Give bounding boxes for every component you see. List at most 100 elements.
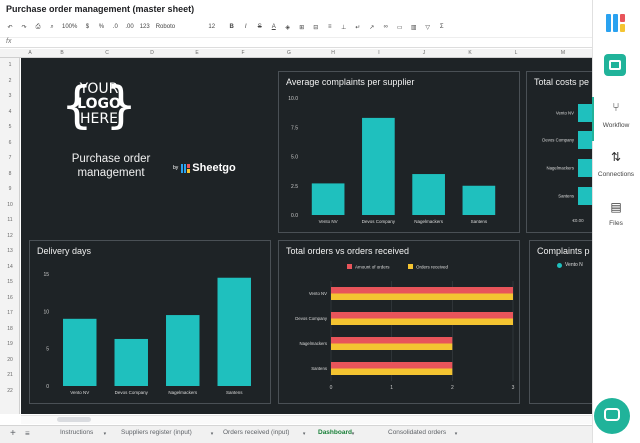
row-header[interactable]: 10 [0,202,20,208]
bar [311,183,345,215]
column-header[interactable]: E [195,50,198,56]
delivery-days-panel[interactable]: Delivery days 15 10 5 0 Vento NV Devos Compan… [29,240,271,404]
tab-menu-icon[interactable]: ▾ [352,431,355,437]
row-header[interactable]: 15 [0,279,20,285]
column-header[interactable]: F [241,50,244,56]
avg-complaints-panel[interactable]: Average complaints per supplier 10.0 7.5 5… [278,71,520,233]
addon-icon[interactable] [604,54,626,76]
tab-menu-icon[interactable]: ▾ [303,431,306,437]
row-header[interactable]: 8 [0,171,20,177]
column-header[interactable]: I [378,50,379,56]
chart-icon[interactable]: ▥ [410,24,418,31]
connections-icon[interactable]: ⇅ [592,150,640,164]
y-tick-label: 5.0 [291,155,298,161]
redo-icon[interactable]: ↷ [20,24,28,31]
row-header[interactable]: 22 [0,388,20,394]
increase-decimals-button[interactable]: .00 [125,24,133,30]
font-select[interactable]: Roboto [156,24,196,30]
total-costs-panel[interactable]: Total costs pe Vento NV Devos Company Nage… [526,71,592,233]
column-header[interactable]: A [28,50,31,56]
tab-menu-icon[interactable]: ▾ [211,431,214,437]
currency-button[interactable]: $ [83,24,91,30]
y-tick-label: 7.5 [291,125,298,131]
filter-icon[interactable]: ▽ [424,24,432,31]
sheetgo-app-icon[interactable] [604,12,626,34]
horizontal-scrollbar[interactable] [21,415,592,424]
add-sheet-icon[interactable]: + [10,428,16,439]
y-tick-label: 10 [43,309,49,315]
row-header[interactable]: 1 [0,62,20,68]
link-icon[interactable]: ∞ [382,24,390,30]
print-icon[interactable]: ⎙ [34,24,42,31]
logo-line-3: HERE [80,111,118,127]
row-header[interactable]: 11 [0,217,20,223]
valign-icon[interactable]: ⊥ [340,24,348,31]
column-header[interactable]: K [468,50,471,56]
column-header[interactable]: D [150,50,154,56]
row-header[interactable]: 14 [0,264,20,270]
column-header[interactable]: M [561,50,565,56]
zoom-select[interactable]: 100% [62,24,77,30]
functions-button[interactable]: Σ [438,24,446,30]
row-header[interactable]: 3 [0,93,20,99]
sidebar-item-connections[interactable]: Connections [592,171,640,178]
scrollbar-thumb[interactable] [57,417,91,422]
sheet-tab[interactable]: Orders received (input) [223,429,289,436]
column-header[interactable]: G [287,50,291,56]
strikethrough-button[interactable]: S [256,24,264,30]
align-icon[interactable]: ≡ [326,24,334,30]
row-header[interactable]: 16 [0,295,20,301]
sheet-tab[interactable]: Instructions [60,429,93,436]
fill-color-icon[interactable]: ◈ [284,24,292,31]
row-header[interactable]: 21 [0,372,20,378]
row-header[interactable]: 4 [0,109,20,115]
formula-bar[interactable] [0,37,592,48]
sheet-tab[interactable]: Dashboard [318,429,352,436]
rotate-icon[interactable]: ↗ [368,24,376,31]
workflow-icon[interactable]: ⑂ [592,100,640,114]
row-header[interactable]: 13 [0,248,20,254]
percent-button[interactable]: % [97,24,105,30]
decrease-decimals-button[interactable]: .0 [111,24,119,30]
column-header[interactable]: C [105,50,109,56]
row-header[interactable]: 18 [0,326,20,332]
text-color-button[interactable]: A [270,24,278,30]
row-header[interactable]: 5 [0,124,20,130]
complaints-panel[interactable]: Complaints p Vento N [529,240,592,404]
row-header[interactable]: 17 [0,310,20,316]
tab-menu-icon[interactable]: ▾ [104,431,107,437]
tab-menu-icon[interactable]: ▾ [455,431,458,437]
logo-line-1: YOUR [79,81,119,97]
row-header[interactable]: 9 [0,186,20,192]
paint-format-icon[interactable]: ⌕ [48,24,56,31]
sidebar-item-files[interactable]: Files [592,220,640,227]
document-title[interactable]: Purchase order management (master sheet) [6,4,194,14]
row-header[interactable]: 7 [0,155,20,161]
column-header[interactable]: H [331,50,335,56]
comment-icon[interactable]: ▭ [396,24,404,31]
sidebar-item-workflow[interactable]: Workflow [592,122,640,129]
row-header[interactable]: 2 [0,78,20,84]
row-header[interactable]: 6 [0,140,20,146]
chat-button[interactable] [594,398,630,434]
sheet-tab[interactable]: Suppliers register (input) [121,429,192,436]
italic-button[interactable]: I [242,24,250,30]
sheet-tab[interactable]: Consolidated orders [388,429,446,436]
column-header[interactable]: B [60,50,63,56]
bold-button[interactable]: B [228,24,236,30]
orders-vs-received-panel[interactable]: Total orders vs orders received Amount o… [278,240,520,404]
borders-icon[interactable]: ⊞ [298,24,306,31]
column-header[interactable]: J [423,50,426,56]
company-logo: { } YOUR LOGO HERE [61,80,137,136]
undo-icon[interactable]: ↶ [6,24,14,31]
number-format-select[interactable]: 123 [140,24,150,30]
wrap-icon[interactable]: ↵ [354,24,362,31]
row-header[interactable]: 19 [0,341,20,347]
row-header[interactable]: 12 [0,233,20,239]
merge-icon[interactable]: ⊟ [312,24,320,31]
all-sheets-icon[interactable]: ≡ [25,429,30,438]
row-header[interactable]: 20 [0,357,20,363]
files-icon[interactable]: ▤ [592,200,640,214]
font-size-select[interactable]: 12 [202,24,222,30]
column-header[interactable]: L [515,50,518,56]
